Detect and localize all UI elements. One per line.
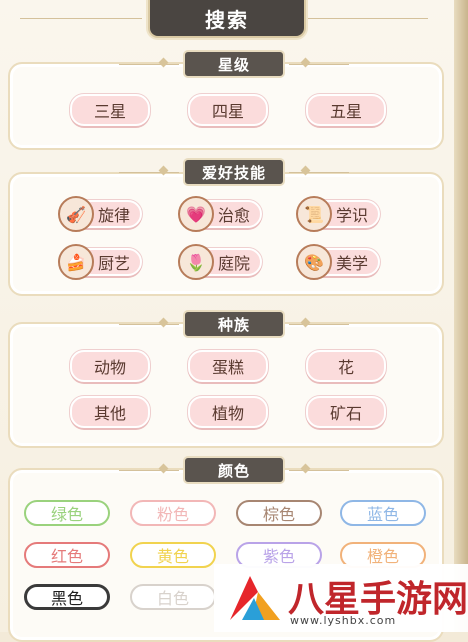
hobby-section-title: 爱好技能 [119,158,349,186]
knowledge-icon: 📜 [296,196,332,232]
filter-race-cake[interactable]: 蛋糕 [188,350,268,382]
filter-color-10[interactable]: 白色 [130,584,216,610]
filter-star-4[interactable]: 四星 [188,94,268,126]
race-section-title: 种族 [119,310,349,338]
filter-color-1[interactable]: 绿色 [24,500,110,526]
filter-race-flower[interactable]: 花 [306,350,386,382]
filter-color-label: 红色 [50,547,83,566]
title-divider-right [308,18,428,19]
filter-color-4[interactable]: 蓝色 [340,500,426,526]
filter-label: 美学 [335,254,368,273]
filter-color-3[interactable]: 棕色 [236,500,322,526]
melody-icon: 🎻 [58,196,94,232]
filter-race-plant[interactable]: 植物 [188,396,268,428]
watermark: 八星手游网 www.lyshbx.com [214,564,468,632]
filter-color-label: 白色 [156,589,189,608]
star-section-title: 星级 [119,50,349,78]
watermark-logo [230,576,280,620]
page-title: 搜索 [148,0,306,38]
filter-label: 庭院 [217,254,250,273]
watermark-url: www.lyshbx.com [290,614,397,627]
filter-color-label: 黑色 [50,589,83,608]
filter-label: 厨艺 [97,254,130,273]
filter-label: 旋律 [97,206,130,225]
side-border [454,0,468,632]
filter-race-mineral[interactable]: 矿石 [306,396,386,428]
race-section [8,322,444,448]
filter-star-3[interactable]: 三星 [70,94,150,126]
filter-color-6[interactable]: 黄色 [130,542,216,568]
filter-color-label: 棕色 [262,505,295,524]
filter-color-label: 黄色 [156,547,189,566]
filter-color-2[interactable]: 粉色 [130,500,216,526]
filter-race-other[interactable]: 其他 [70,396,150,428]
filter-color-label: 粉色 [156,505,189,524]
filter-label: 学识 [335,206,368,225]
aesthetics-icon: 🎨 [296,244,332,280]
garden-icon: 🌷 [178,244,214,280]
filter-color-5[interactable]: 红色 [24,542,110,568]
filter-star-5[interactable]: 五星 [306,94,386,126]
filter-race-animal[interactable]: 动物 [70,350,150,382]
healing-icon: 💗 [178,196,214,232]
filter-color-label: 蓝色 [366,505,399,524]
color-section-title: 颜色 [119,456,349,484]
filter-color-9[interactable]: 黑色 [24,584,110,610]
filter-label: 治愈 [217,206,250,225]
title-divider-left [20,18,142,19]
filter-color-label: 绿色 [50,505,83,524]
cooking-icon: 🍰 [58,244,94,280]
